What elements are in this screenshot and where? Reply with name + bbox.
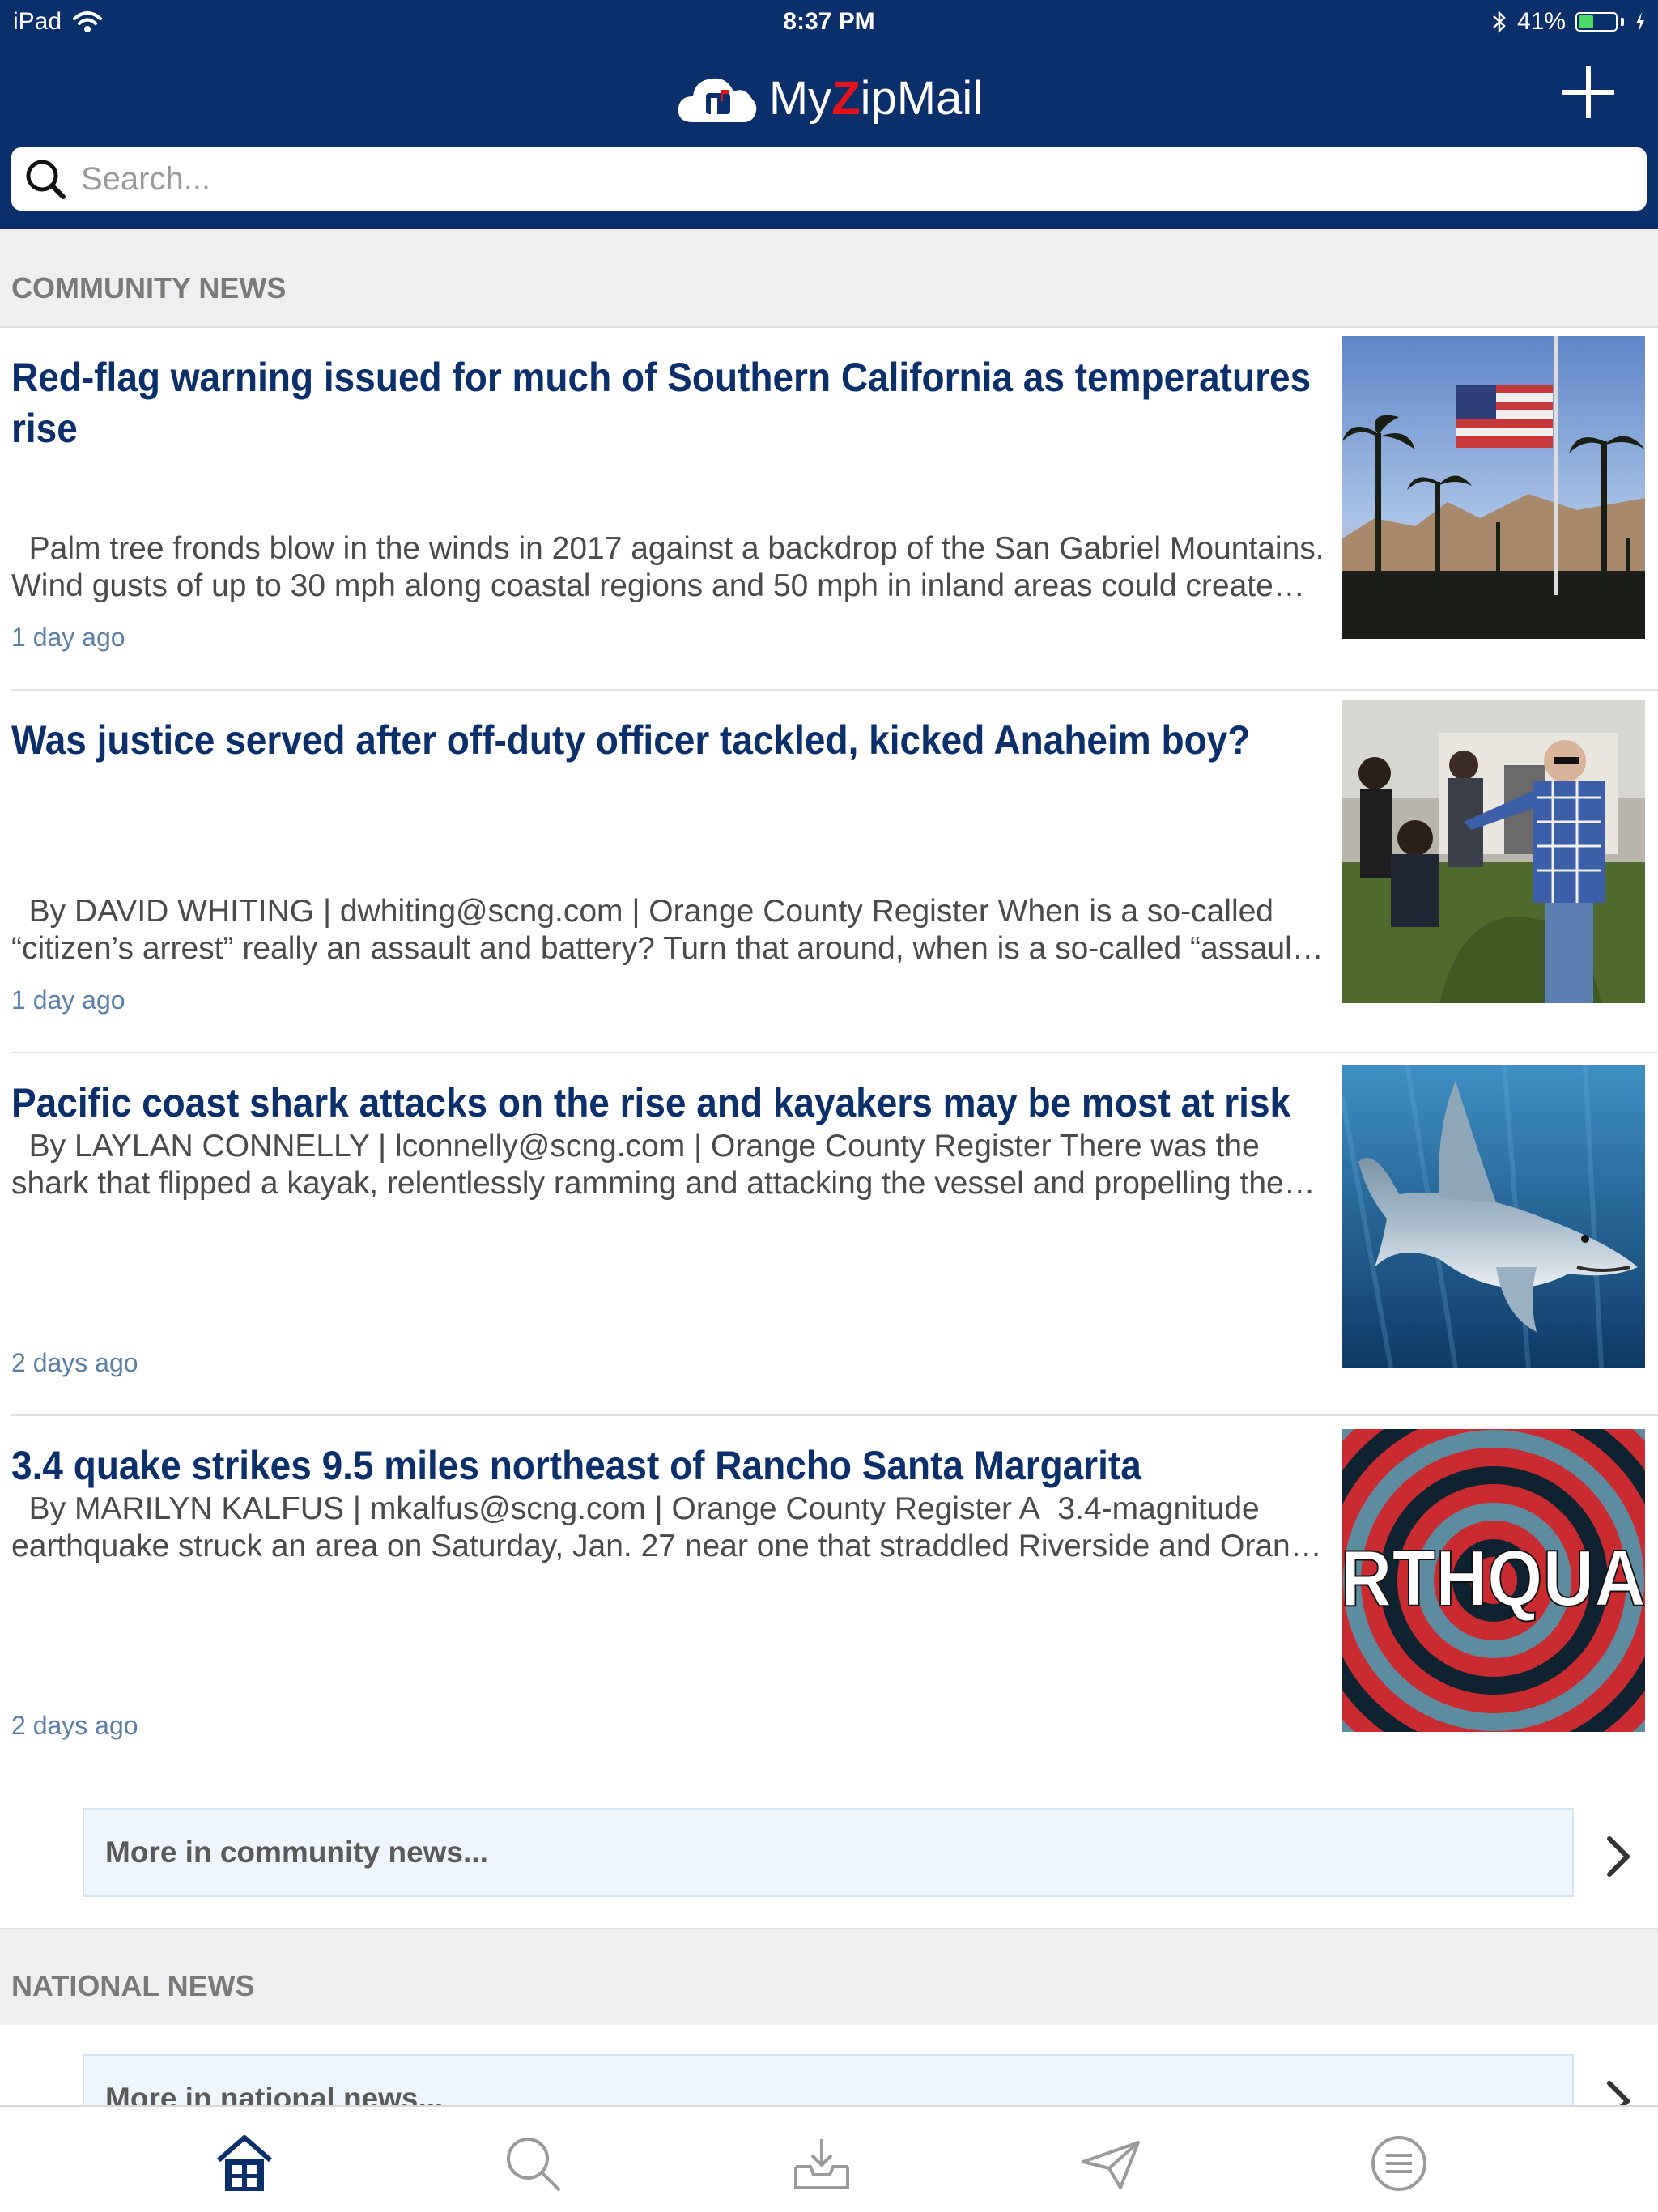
article-title[interactable]: Red-flag warning issued for much of Sout… [11, 352, 1315, 454]
earthquake-graphic-text: RTHQUA [1342, 1534, 1645, 1623]
app-brand: MyZipMail [0, 62, 1658, 134]
home-icon[interactable] [212, 2131, 277, 2196]
search-bar[interactable] [11, 147, 1647, 211]
article-time: 2 days ago [11, 1348, 138, 1377]
battery-fill [1579, 15, 1593, 28]
app-title-ipmail: ipMail [860, 71, 984, 125]
bluetooth-icon [1493, 10, 1506, 34]
article-time: 1 day ago [11, 623, 125, 652]
status-bar: iPad 8:37 PM 41% [0, 0, 1658, 45]
search-input[interactable] [79, 160, 1605, 198]
app-title: MyZipMail [769, 71, 983, 125]
news-article-4[interactable]: 3.4 quake strikes 9.5 miles northeast of… [0, 1416, 1658, 1779]
article-summary: Palm tree fronds blow in the winds in 20… [11, 531, 1324, 603]
article-title[interactable]: Was justice served after off-duty office… [11, 715, 1315, 766]
news-article-1[interactable]: Red-flag warning issued for much of Sout… [0, 328, 1658, 691]
send-icon[interactable] [1078, 2131, 1143, 2196]
news-article-2[interactable]: Was justice served after off-duty office… [0, 691, 1658, 1053]
community-news-header: COMMUNITY NEWS [0, 229, 1658, 326]
tab-bar [0, 2105, 1658, 2212]
more-community-row: More in community news... [0, 1779, 1658, 1929]
article-title[interactable]: Pacific coast shark attacks on the rise … [11, 1078, 1315, 1129]
app-header: iPad 8:37 PM 41% MyZipMail Search... [0, 0, 1658, 229]
chevron-right-icon[interactable] [1600, 1832, 1639, 1881]
more-national-news-button[interactable]: More in national news... [83, 2054, 1574, 2105]
cloud-mailbox-icon [678, 78, 757, 122]
national-news-header: NATIONAL NEWS [0, 1929, 1658, 2025]
more-national-row: More in national news... [0, 2025, 1658, 2105]
article-summary: By MARILYN KALFUS | mkalfus@scng.com | O… [11, 1491, 1326, 1563]
menu-icon[interactable] [1367, 2131, 1431, 2196]
battery-icon [1575, 12, 1618, 32]
article-title[interactable]: 3.4 quake strikes 9.5 miles northeast of… [11, 1440, 1315, 1491]
battery-percent: 41% [1516, 8, 1566, 35]
app-title-my: My [768, 71, 832, 125]
flag-palm-trees-photo[interactable] [1342, 336, 1645, 639]
status-time: 8:37 PM [783, 8, 875, 35]
search-icon [26, 160, 66, 199]
status-right: 41% [1491, 8, 1647, 36]
article-time: 1 day ago [11, 985, 125, 1015]
plus-icon[interactable] [1561, 65, 1616, 120]
officer-confrontation-photo[interactable] [1342, 700, 1645, 1003]
search-icon[interactable] [500, 2131, 565, 2196]
chevron-right-icon[interactable] [1600, 2077, 1639, 2105]
article-time: 2 days ago [11, 1711, 138, 1740]
article-summary: By DAVID WHITING | dwhiting@scng.com | O… [11, 894, 1301, 966]
app-title-z: Z [831, 71, 861, 125]
more-community-news-button[interactable]: More in community news... [83, 1808, 1574, 1897]
battery-cap [1621, 18, 1624, 26]
inbox-icon[interactable] [789, 2131, 854, 2196]
article-summary: By LAYLAN CONNELLY | lconnelly@scng.com … [11, 1129, 1284, 1201]
charging-icon [1636, 12, 1644, 32]
news-article-3[interactable]: Pacific coast shark attacks on the rise … [0, 1053, 1658, 1416]
shark-photo[interactable] [1342, 1065, 1645, 1368]
earthquake-graphic[interactable]: RTHQUA [1342, 1429, 1645, 1732]
